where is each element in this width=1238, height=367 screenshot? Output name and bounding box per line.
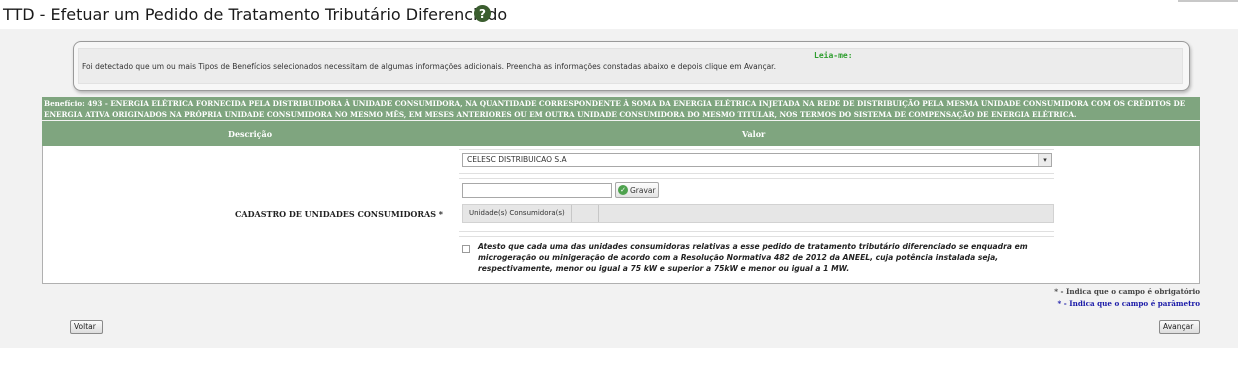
back-button[interactable]: Voltar: [70, 320, 103, 334]
distributor-select-value: CELESC DISTRIBUICAO S.A: [467, 155, 567, 164]
distributor-select[interactable]: CELESC DISTRIBUICAO S.A ▾: [462, 153, 1052, 167]
help-icon[interactable]: ?: [474, 5, 491, 22]
row-separator: [459, 231, 1054, 232]
page-title: TTD - Efetuar um Pedido de Tratamento Tr…: [3, 5, 508, 24]
required-field-note: * - Indica que o campo é obrigatório: [1054, 287, 1200, 296]
grid-divider: [598, 205, 599, 222]
readme-box: Leia-me: Foi detectado que um ou mais Ti…: [73, 41, 1190, 91]
consumer-unit-input[interactable]: [462, 183, 612, 198]
table-header: Descrição Valor: [42, 121, 1200, 146]
consumer-units-grid: Unidade(s) Consumidora(s): [462, 204, 1054, 223]
chevron-down-icon[interactable]: ▾: [1038, 154, 1051, 166]
units-column-header: Unidade(s) Consumidora(s): [463, 205, 572, 222]
row-separator: [459, 149, 1054, 150]
attest-checkbox[interactable]: [462, 245, 470, 253]
readme-title: Leia-me:: [814, 51, 853, 60]
row-separator: [459, 178, 1054, 179]
column-value-header: Valor: [742, 129, 766, 139]
check-icon: ✓: [618, 185, 628, 195]
parameter-field-note: * - Indica que o campo é parâmetro: [1057, 299, 1201, 308]
save-button[interactable]: ✓ Gravar: [615, 182, 659, 198]
row-separator: [459, 173, 1054, 174]
readme-text: Foi detectado que um ou mais Tipos de Be…: [82, 62, 776, 71]
consumer-units-label: CADASTRO DE UNIDADES CONSUMIDORAS *: [235, 209, 443, 219]
benefit-header: Benefício: 493 - ENERGIA ELÉTRICA FORNEC…: [42, 97, 1200, 120]
row-separator: [459, 236, 1054, 237]
top-right-tab-edge: [1178, 0, 1238, 2]
next-button[interactable]: Avançar: [1159, 320, 1200, 334]
save-button-label: Gravar: [630, 185, 656, 195]
attest-text: Atesto que cada uma das unidades consumi…: [478, 242, 1028, 273]
column-description-header: Descrição: [228, 129, 273, 139]
